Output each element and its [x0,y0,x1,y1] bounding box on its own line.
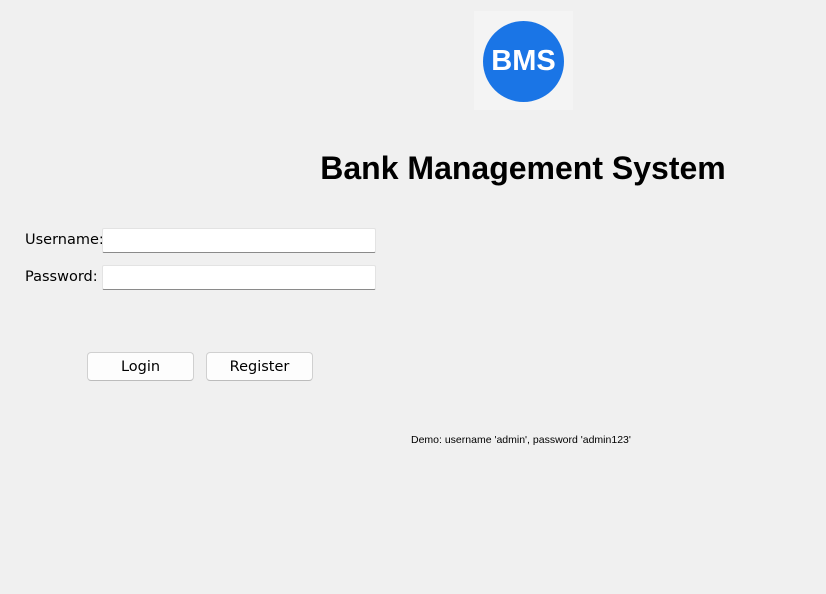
login-window: BMS Bank Management System Username: Pas… [0,0,826,594]
login-button[interactable]: Login [87,352,194,381]
demo-hint: Demo: username 'admin', password 'admin1… [411,434,631,446]
password-field[interactable] [102,265,376,290]
logo-circle: BMS [483,21,564,102]
bank-logo: BMS [474,11,573,110]
password-label: Password: [25,269,98,285]
page-title: Bank Management System [320,150,726,186]
username-label: Username: [25,232,104,248]
logo-text: BMS [491,45,556,77]
username-field[interactable] [102,228,376,253]
register-button[interactable]: Register [206,352,313,381]
